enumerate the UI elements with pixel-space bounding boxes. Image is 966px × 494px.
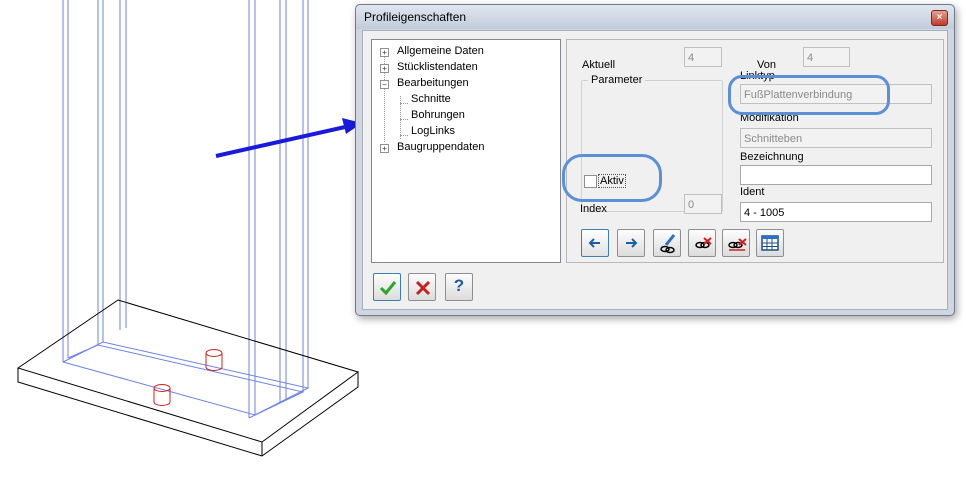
- close-icon: ×: [936, 12, 943, 23]
- linktyp-highlight: [728, 75, 890, 115]
- help-icon: ?: [453, 276, 465, 295]
- tree-item-label: Bohrungen: [411, 109, 465, 121]
- ident-label: Ident: [740, 186, 765, 198]
- arrow-left-icon: [588, 238, 600, 248]
- aktuell-field[interactable]: 4: [684, 47, 722, 67]
- bezeichnung-input[interactable]: [740, 165, 932, 185]
- expand-icon[interactable]: +: [380, 64, 389, 73]
- base-plate: [16, 299, 360, 457]
- edit-link-icon: [660, 234, 676, 254]
- collapse-icon[interactable]: −: [380, 80, 389, 89]
- table-icon: [761, 235, 779, 251]
- properties-tree: + Allgemeine Daten + Stücklistendaten − …: [371, 39, 561, 263]
- drill-holes: [153, 349, 223, 406]
- close-button[interactable]: ×: [931, 10, 948, 26]
- table-view-button[interactable]: [756, 229, 784, 257]
- tree-item-label: Schnitte: [411, 93, 451, 105]
- tree-guide: [400, 103, 408, 104]
- expand-icon[interactable]: +: [380, 144, 389, 153]
- index-label: Index: [580, 203, 607, 215]
- index-field[interactable]: 0: [684, 194, 722, 214]
- tree-item-schnitte[interactable]: Schnitte: [411, 92, 451, 107]
- aktiv-highlight: [562, 154, 662, 202]
- edit-link-button[interactable]: [653, 229, 681, 257]
- tree-item-bohrungen[interactable]: Bohrungen: [411, 108, 465, 123]
- cancel-button[interactable]: [408, 273, 436, 301]
- tree-guide: [400, 135, 408, 136]
- bezeichnung-label: Bezeichnung: [740, 151, 804, 163]
- ok-button[interactable]: [373, 273, 401, 301]
- modifikation-field[interactable]: Schnitteben: [740, 128, 932, 148]
- delete-all-links-button[interactable]: [722, 229, 750, 257]
- aktuell-label: Aktuell: [582, 59, 616, 71]
- delete-link-icon: [695, 237, 712, 249]
- tree-item-loglinks[interactable]: LogLinks: [411, 124, 455, 139]
- arrow-right-icon: [626, 238, 638, 248]
- column-profile: [62, 0, 310, 419]
- next-button[interactable]: [617, 229, 645, 257]
- tree-item-label: Baugruppendaten: [397, 141, 485, 153]
- tree-item-label: Stücklistendaten: [397, 61, 478, 73]
- delete-all-links-icon: [728, 238, 747, 251]
- dialog-titlebar[interactable]: Profileigenschaften ×: [356, 5, 954, 29]
- previous-button[interactable]: [581, 229, 609, 257]
- von-field[interactable]: 4: [803, 47, 850, 67]
- delete-link-button[interactable]: [688, 229, 716, 257]
- checkmark-icon: [379, 281, 397, 296]
- tree-item-label: Allgemeine Daten: [397, 45, 484, 57]
- tree-guide: [400, 119, 408, 120]
- parameter-label: Parameter: [588, 74, 646, 86]
- loglink-properties-panel: Aktuell 4 Von 4 Parameter Linktyp FußPla…: [566, 39, 944, 263]
- tree-item-label: Bearbeitungen: [397, 77, 469, 89]
- tree-item-label: LogLinks: [411, 125, 456, 137]
- cancel-icon: [415, 280, 431, 296]
- expand-icon[interactable]: +: [380, 48, 389, 57]
- dialog-title: Profileigenschaften: [364, 10, 467, 24]
- help-button[interactable]: ?: [445, 273, 473, 301]
- ident-input[interactable]: 4 - 1005: [740, 202, 932, 222]
